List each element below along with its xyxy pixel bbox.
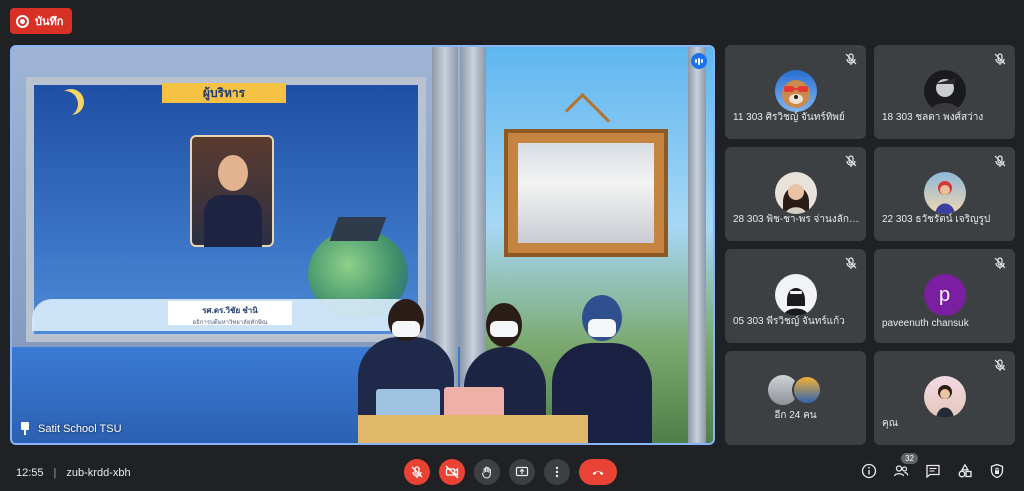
- self-tile[interactable]: คุณ: [874, 351, 1015, 445]
- leave-call-button[interactable]: [579, 459, 617, 485]
- girl-photo-avatar: [774, 172, 817, 214]
- hand-icon: [481, 466, 491, 479]
- participant-name: 05 303 พีรวิชญ์ จันทร์แก้ว: [733, 316, 845, 327]
- slide-banner: ผู้บริหาร: [162, 83, 286, 103]
- participant-name: 28 303 พิช-ชา-พร จ่านงลักษ...: [733, 214, 860, 225]
- participant-name: คุณ: [882, 418, 898, 429]
- meeting-details-button[interactable]: [860, 462, 878, 480]
- self-photo-avatar: [923, 376, 966, 418]
- meeting-code: zub-krdd-xbh: [66, 467, 131, 479]
- meeting-time: 12:55: [16, 467, 44, 479]
- bottom-bar: 12:55 | zub-krdd-xbh 32: [0, 453, 1024, 491]
- slide-namecard: รศ.ดร.วิชัย ชำนิ อธิการบดีมหาวิทยาลัยทักษ…: [168, 301, 292, 326]
- raise-hand-button[interactable]: [474, 459, 500, 485]
- present-icon: [515, 466, 529, 477]
- mic-off-icon: [844, 52, 858, 66]
- mic-off-icon: [993, 358, 1007, 372]
- presenter-name: Satit School TSU: [38, 422, 122, 435]
- chat-button[interactable]: [924, 462, 942, 480]
- shapes-icon: [958, 463, 972, 478]
- participant-name: 11 303 ศิรวิชญ์ จันทร์ทิพย์: [733, 112, 845, 123]
- character-avatar: [923, 70, 966, 112]
- slide-portrait: [190, 135, 274, 247]
- hang-up-icon: [592, 471, 604, 475]
- call-controls: [404, 459, 617, 485]
- letter-avatar: p: [923, 274, 966, 316]
- people-button[interactable]: 32: [892, 453, 918, 480]
- mic-off-icon: [993, 256, 1007, 270]
- dog-sunglasses-avatar: [774, 70, 817, 112]
- meeting-info: 12:55 | zub-krdd-xbh: [16, 467, 131, 479]
- participant-name: 22 303 ธวัชรัตน์ เจริญรูป: [882, 214, 991, 225]
- participant-tile[interactable]: 11 303 ศิรวิชญ์ จันทร์ทิพย์: [725, 45, 866, 139]
- participant-tile[interactable]: p paveenuth chansuk: [874, 249, 1015, 343]
- record-icon: [16, 14, 29, 28]
- group-avatars: [767, 375, 824, 405]
- more-options-button[interactable]: [544, 459, 570, 485]
- others-count: อีก 24 คน: [774, 410, 817, 421]
- mic-off-icon: [993, 52, 1007, 66]
- main-video-label: Satit School TSU: [20, 422, 122, 435]
- masked-avatar: [774, 274, 817, 316]
- participant-tile[interactable]: 22 303 ธวัชรัตน์ เจริญรูป: [874, 147, 1015, 241]
- mic-off-icon: [411, 466, 423, 478]
- camera-toggle-button[interactable]: [439, 459, 465, 485]
- audio-indicator-icon: [691, 53, 707, 69]
- mic-off-icon: [844, 256, 858, 270]
- recording-label: บันทึก: [35, 16, 64, 28]
- chat-icon: [926, 464, 940, 479]
- participant-name: paveenuth chansuk: [882, 318, 969, 329]
- others-tile[interactable]: อีก 24 คน: [725, 351, 866, 445]
- camera-off-icon: [445, 465, 459, 479]
- participant-tile[interactable]: 05 303 พีรวิชญ์ จันทร์แก้ว: [725, 249, 866, 343]
- people-icon: [893, 465, 909, 477]
- photo-frame: [504, 129, 668, 257]
- person-photo-avatar: [923, 172, 966, 214]
- activities-button[interactable]: [956, 462, 974, 480]
- participant-tile[interactable]: 28 303 พิช-ชา-พร จ่านงลักษ...: [725, 147, 866, 241]
- mic-off-icon: [993, 154, 1007, 168]
- shield-lock-icon: [990, 463, 1004, 479]
- present-screen-button[interactable]: [509, 459, 535, 485]
- meet-window: บันทึก ผู้บริหาร รศ.ดร.วิชัย ชำนิ อธิการบ…: [0, 0, 1024, 491]
- main-video[interactable]: ผู้บริหาร รศ.ดร.วิชัย ชำนิ อธิการบดีมหาวิ…: [10, 45, 715, 445]
- more-vert-icon: [555, 466, 559, 478]
- participant-tile[interactable]: 18 303 ชลดา พงศ์สว่าง: [874, 45, 1015, 139]
- info-icon: [861, 463, 877, 479]
- pin-icon[interactable]: [20, 422, 30, 435]
- participant-name: 18 303 ชลดา พงศ์สว่าง: [882, 112, 984, 123]
- mic-toggle-button[interactable]: [404, 459, 430, 485]
- host-controls-button[interactable]: [988, 462, 1006, 480]
- video-feed: ผู้บริหาร รศ.ดร.วิชัย ชำนิ อธิการบดีมหาวิ…: [12, 47, 713, 443]
- mic-off-icon: [844, 154, 858, 168]
- recording-badge[interactable]: บันทึก: [10, 8, 73, 34]
- side-tools: 32: [860, 453, 1006, 480]
- people-count-badge: 32: [901, 453, 918, 464]
